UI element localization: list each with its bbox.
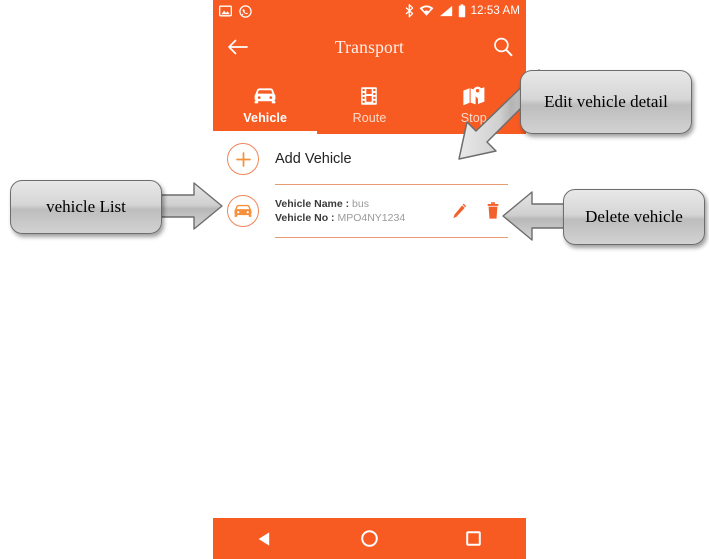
vehicle-name-line: Vehicle Name : bus bbox=[275, 197, 450, 211]
delete-vehicle-arrow bbox=[502, 191, 569, 241]
tab-vehicle[interactable]: Vehicle bbox=[213, 72, 318, 134]
app-bar: Transport bbox=[213, 22, 526, 72]
status-bar-left-icons bbox=[219, 4, 252, 18]
status-bar-right-icons: 12:53 AM bbox=[405, 4, 520, 18]
status-bar-clock: 12:53 AM bbox=[470, 5, 520, 17]
vehicle-number-value: MPO4NY1234 bbox=[337, 212, 406, 224]
bluetooth-icon bbox=[405, 4, 414, 18]
search-icon[interactable] bbox=[490, 34, 516, 60]
signal-icon bbox=[439, 5, 453, 17]
whatsapp-icon bbox=[239, 4, 252, 18]
list-divider-bottom bbox=[275, 237, 508, 238]
vehicle-number-label: Vehicle No : bbox=[275, 212, 335, 224]
vehicle-number-line: Vehicle No : MPO4NY1234 bbox=[275, 211, 450, 225]
square-recents-icon[interactable] bbox=[422, 518, 526, 559]
android-nav-bar bbox=[213, 518, 526, 559]
tab-route-label: Route bbox=[352, 110, 387, 125]
car-circle-icon bbox=[227, 195, 259, 227]
circle-home-icon[interactable] bbox=[317, 518, 421, 559]
tab-route[interactable]: Route bbox=[317, 72, 421, 134]
tab-vehicle-label: Vehicle bbox=[243, 110, 288, 125]
vehicle-name-value: bus bbox=[352, 198, 369, 210]
pencil-icon[interactable] bbox=[450, 201, 468, 221]
annotation-edit-vehicle: Edit vehicle detail bbox=[520, 70, 692, 134]
vehicle-details: Vehicle Name : bus Vehicle No : MPO4NY12… bbox=[275, 197, 450, 225]
film-strip-icon bbox=[360, 85, 378, 107]
triangle-back-icon[interactable] bbox=[213, 518, 317, 559]
page-title: Transport bbox=[334, 37, 405, 57]
car-icon bbox=[253, 85, 277, 107]
wifi-icon bbox=[419, 5, 434, 17]
vehicle-list-arrow bbox=[159, 182, 223, 230]
status-bar: 12:53 AM bbox=[213, 0, 526, 22]
image-icon bbox=[219, 5, 232, 17]
vehicle-row-actions bbox=[450, 201, 502, 221]
annotation-delete-vehicle: Delete vehicle bbox=[563, 189, 705, 245]
plus-circle-icon[interactable] bbox=[227, 143, 259, 175]
battery-icon bbox=[458, 4, 466, 18]
vehicle-name-label: Vehicle Name : bbox=[275, 198, 350, 210]
annotation-vehicle-list: vehicle List bbox=[10, 180, 162, 234]
